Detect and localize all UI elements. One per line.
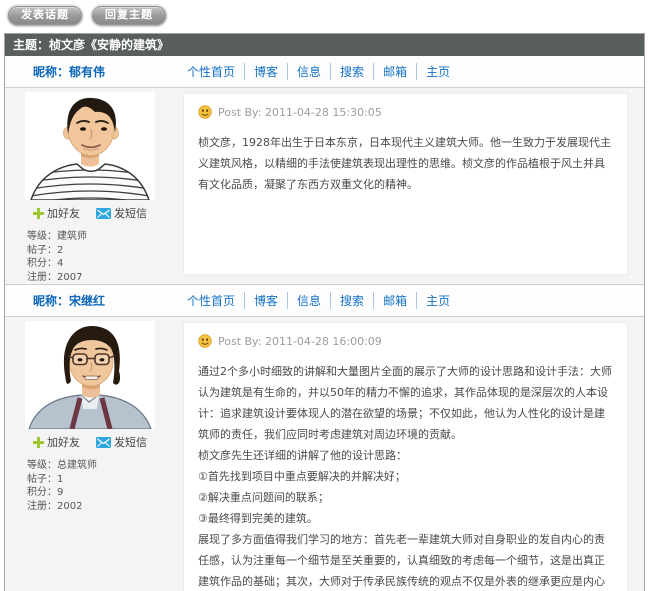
link-search[interactable]: 搜索 xyxy=(330,63,373,80)
post1-user-stats: 等级：建筑师 帖子：2 积分：4 注册：2007 xyxy=(27,230,175,284)
post1-send-message[interactable]: 发短信 xyxy=(96,205,147,221)
post2-paragraph: ③最终得到完美的建筑。 xyxy=(198,508,613,529)
stat-registered: 注册：2002 xyxy=(27,500,175,514)
envelope-icon xyxy=(96,208,111,219)
post2-add-friend[interactable]: 加好友 xyxy=(33,434,80,450)
post1-content-cell: Post By: 2011-04-28 15:30:05 桢文彦，1928年出生… xyxy=(175,88,644,284)
stat-posts: 帖子：1 xyxy=(27,473,175,487)
post1-user-actions: 加好友 发短信 xyxy=(5,205,175,221)
post1-text: 桢文彦，1928年出生于日本东京，日本现代主义建筑大师。他一生致力于发展现代主义… xyxy=(198,132,613,195)
post2-paragraph: ①首先找到项目中重点要解决的并解决好； xyxy=(198,466,613,487)
post1-user-panel: 加好友 发短信 等级：建筑师 帖子：2 积分：4 注册：2007 xyxy=(5,88,175,284)
post2-user-stats: 等级：总建筑师 帖子：1 积分：9 注册：2002 xyxy=(27,459,175,513)
post2-postby-row: Post By: 2011-04-28 16:00:09 xyxy=(198,334,613,348)
post2-header: 昵称：宋继红 个性首页 博客 信息 搜索 邮箱 主页 xyxy=(5,285,644,317)
link-personal-home[interactable]: 个性首页 xyxy=(178,63,244,80)
post2-content-cell: Post By: 2011-04-28 16:00:09 通过2个多小时细致的讲… xyxy=(175,317,644,591)
post1-add-friend[interactable]: 加好友 xyxy=(33,205,80,221)
smiley-icon xyxy=(198,334,212,348)
post2-user-panel: 加好友 发短信 等级：总建筑师 帖子：1 积分：9 注册：2002 xyxy=(5,317,175,591)
female-avatar-illustration xyxy=(25,321,155,429)
link-search[interactable]: 搜索 xyxy=(330,292,373,309)
post1-avatar[interactable] xyxy=(25,92,155,200)
send-message-label: 发短信 xyxy=(114,205,147,221)
smiley-icon xyxy=(198,105,212,119)
post2-avatar[interactable] xyxy=(25,321,155,429)
post1-nickname: 昵称：郁有伟 xyxy=(33,63,178,80)
topic-title-bar: 主题：桢文彦《安静的建筑》 xyxy=(5,34,644,56)
post2-paragraph: 展现了多方面值得我们学习的地方：首先老一辈建筑大师对自身职业的发自内心的责任感，… xyxy=(198,529,613,591)
post2-text: 通过2个多小时细致的讲解和大量图片全面的展示了大师的设计思路和设计手法：大师认为… xyxy=(198,361,613,591)
link-blog[interactable]: 博客 xyxy=(244,292,287,309)
add-friend-label: 加好友 xyxy=(47,205,80,221)
link-info[interactable]: 信息 xyxy=(287,63,330,80)
toolbar: 发表话题 回复主题 xyxy=(0,0,650,25)
post1-body: 加好友 发短信 等级：建筑师 帖子：2 积分：4 注册：2007 xyxy=(5,88,644,285)
stat-level: 等级：建筑师 xyxy=(27,230,175,244)
post1-content-box: Post By: 2011-04-28 15:30:05 桢文彦，1928年出生… xyxy=(183,93,628,275)
link-info[interactable]: 信息 xyxy=(287,292,330,309)
post1-header: 昵称：郁有伟 个性首页 博客 信息 搜索 邮箱 主页 xyxy=(5,56,644,88)
reply-topic-button[interactable]: 回复主题 xyxy=(92,6,166,25)
post1-postby-text: Post By: 2011-04-28 15:30:05 xyxy=(218,106,382,119)
post2-content-box: Post By: 2011-04-28 16:00:09 通过2个多小时细致的讲… xyxy=(183,322,628,591)
link-homepage[interactable]: 主页 xyxy=(416,63,459,80)
stat-points: 积分：4 xyxy=(27,257,175,271)
male-avatar-illustration xyxy=(25,92,155,200)
thread-table: 主题：桢文彦《安静的建筑》 昵称：郁有伟 个性首页 博客 信息 搜索 邮箱 主页 xyxy=(4,33,645,591)
post2-postby-text: Post By: 2011-04-28 16:00:09 xyxy=(218,335,382,348)
link-homepage[interactable]: 主页 xyxy=(416,292,459,309)
stat-posts: 帖子：2 xyxy=(27,244,175,258)
post2-paragraph: 通过2个多小时细致的讲解和大量图片全面的展示了大师的设计思路和设计手法：大师认为… xyxy=(198,361,613,445)
link-blog[interactable]: 博客 xyxy=(244,63,287,80)
post2-paragraph: 桢文彦先生还详细的讲解了他的设计思路： xyxy=(198,445,613,466)
stat-level: 等级：总建筑师 xyxy=(27,459,175,473)
post-topic-button[interactable]: 发表话题 xyxy=(8,6,82,25)
add-friend-label: 加好友 xyxy=(47,434,80,450)
stat-points: 积分：9 xyxy=(27,486,175,500)
link-personal-home[interactable]: 个性首页 xyxy=(178,292,244,309)
post1-postby-row: Post By: 2011-04-28 15:30:05 xyxy=(198,105,613,119)
post2-user-links: 个性首页 博客 信息 搜索 邮箱 主页 xyxy=(178,292,459,309)
envelope-icon xyxy=(96,437,111,448)
post1-paragraph: 桢文彦，1928年出生于日本东京，日本现代主义建筑大师。他一生致力于发展现代主义… xyxy=(198,132,613,195)
send-message-label: 发短信 xyxy=(114,434,147,450)
post2-send-message[interactable]: 发短信 xyxy=(96,434,147,450)
forum-thread-page: 发表话题 回复主题 主题：桢文彦《安静的建筑》 昵称：郁有伟 个性首页 博客 信… xyxy=(0,0,650,591)
post1-user-links: 个性首页 博客 信息 搜索 邮箱 主页 xyxy=(178,63,459,80)
link-mailbox[interactable]: 邮箱 xyxy=(373,292,416,309)
post2-body: 加好友 发短信 等级：总建筑师 帖子：1 积分：9 注册：2002 xyxy=(5,317,644,591)
post2-paragraph: ②解决重点问题间的联系； xyxy=(198,487,613,508)
plus-icon xyxy=(33,208,44,219)
post2-nickname: 昵称：宋继红 xyxy=(33,292,178,309)
stat-registered: 注册：2007 xyxy=(27,271,175,285)
link-mailbox[interactable]: 邮箱 xyxy=(373,63,416,80)
post2-user-actions: 加好友 发短信 xyxy=(5,434,175,450)
plus-icon xyxy=(33,437,44,448)
